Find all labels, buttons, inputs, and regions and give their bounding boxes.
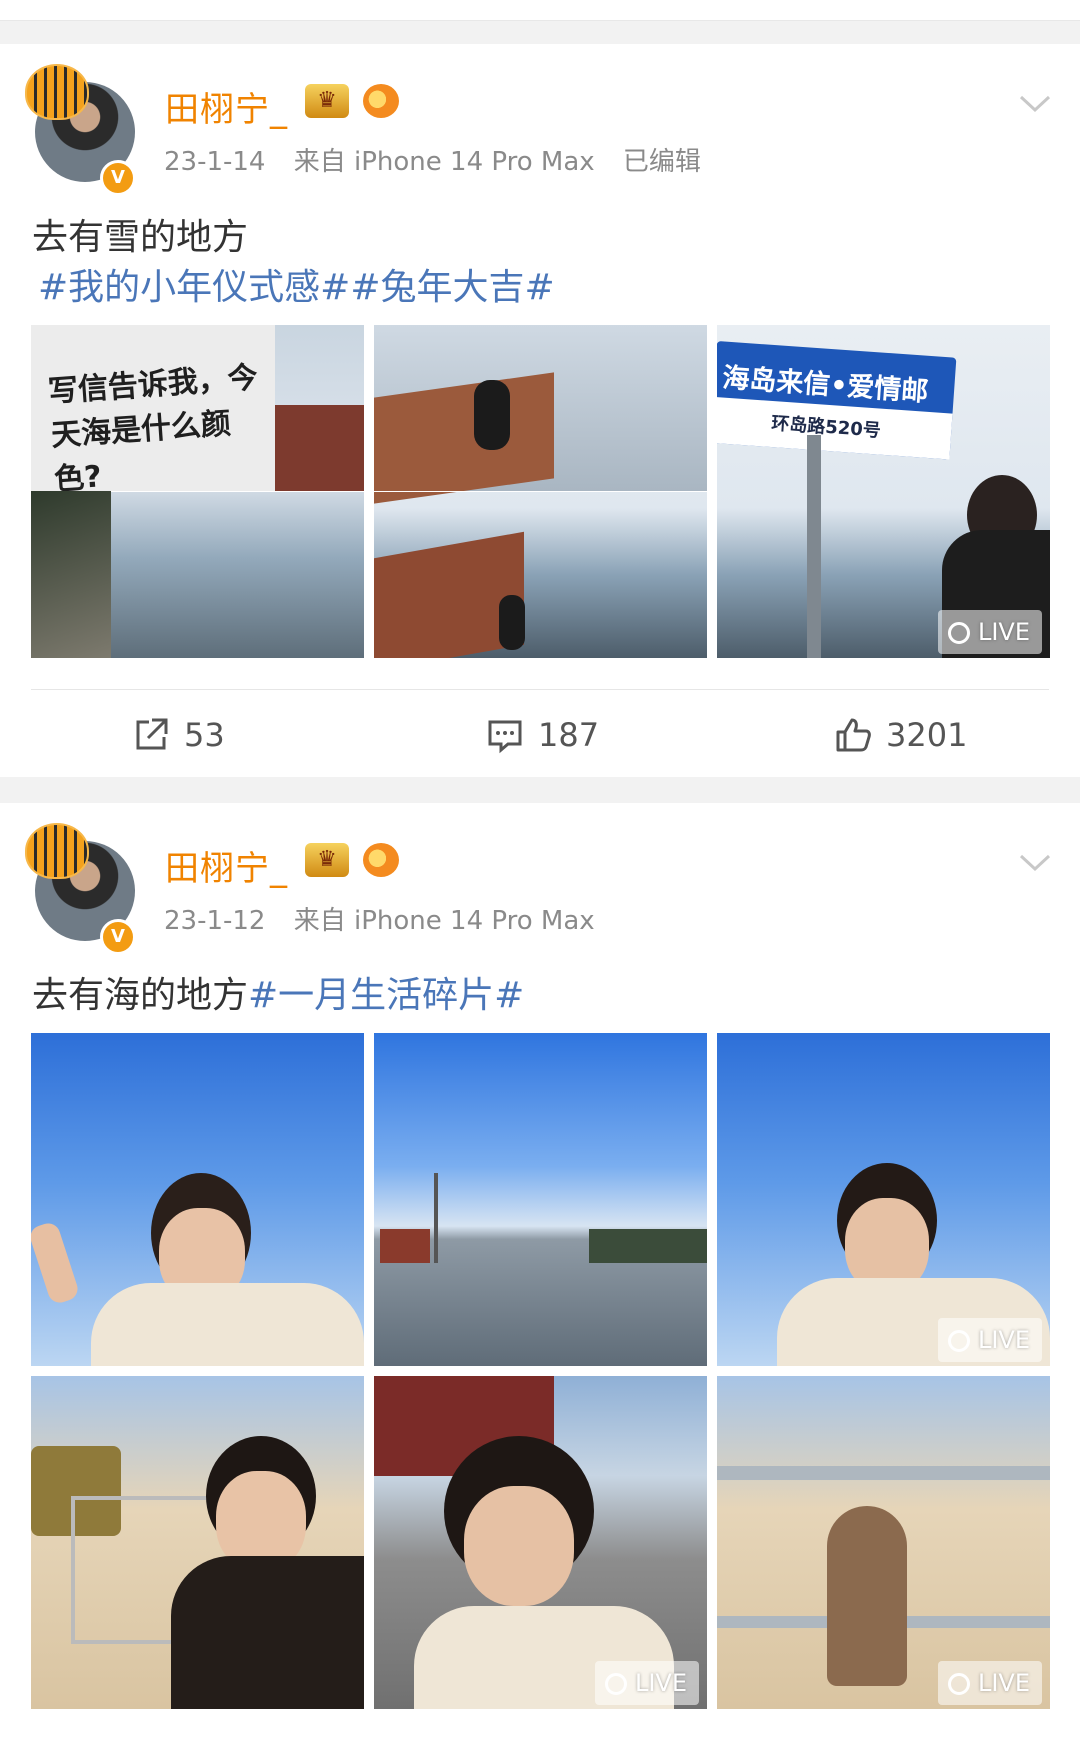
image-divider <box>374 491 707 492</box>
post-image[interactable]: LIVE <box>374 1376 707 1709</box>
verified-badge: V <box>100 919 136 955</box>
live-icon <box>947 1330 970 1352</box>
previous-card-edge <box>0 0 1080 21</box>
live-badge[interactable]: LIVE <box>937 610 1042 654</box>
peace-hand <box>31 1220 81 1306</box>
post-image[interactable] <box>374 1033 707 1366</box>
pier-railing <box>275 405 364 491</box>
post-image[interactable] <box>31 1033 364 1366</box>
live-badge[interactable]: LIVE <box>594 1661 699 1705</box>
avatar[interactable]: V <box>25 64 136 196</box>
topic-links[interactable]: #我的小年仪式感##兔年大吉# <box>38 258 555 310</box>
post-meta: 23-1-12 来自 iPhone 14 Pro Max <box>164 900 615 937</box>
person-jacket <box>171 1556 364 1709</box>
post-text-plain: 去有海的地方 <box>32 975 249 1016</box>
lamp-post <box>434 1173 438 1263</box>
chevron-down-icon[interactable] <box>1018 86 1052 120</box>
live-label: LIVE <box>977 618 1030 646</box>
post-date: 23-1-12 <box>164 906 266 936</box>
post-image[interactable] <box>374 325 707 658</box>
post-image[interactable]: 海岛来信•爱情邮局 环岛路520号 LIVE <box>717 325 1050 658</box>
thumbs-up-icon <box>836 718 871 752</box>
live-label: LIVE <box>634 1669 687 1697</box>
chevron-down-icon[interactable] <box>1018 845 1052 879</box>
person-face <box>464 1486 574 1606</box>
person-figure <box>499 595 525 650</box>
tiger-avatar-frame-icon <box>25 64 89 120</box>
post-image[interactable] <box>31 1376 364 1709</box>
crown-badge-icon[interactable]: ♛ <box>305 84 349 118</box>
post-source: 来自 iPhone 14 Pro Max <box>293 147 595 177</box>
weibo-post-2: V 田栩宁_ ♛ 23-1-12 来自 iPhone 14 Pro Max 去有… <box>0 803 1080 1743</box>
share-button[interactable]: 53 <box>132 716 225 754</box>
live-badge[interactable]: LIVE <box>937 1661 1042 1705</box>
live-icon <box>604 1673 627 1695</box>
like-count: 3201 <box>886 716 968 754</box>
comment-count: 187 <box>538 716 600 754</box>
live-label: LIVE <box>977 1669 1030 1697</box>
person-figure <box>474 380 510 450</box>
tiger-avatar-frame-icon <box>25 823 89 879</box>
live-badge[interactable]: LIVE <box>937 1318 1042 1362</box>
post-text: 去有雪的地方 <box>32 217 249 258</box>
topic-link[interactable]: #一月生活碎片# <box>248 975 524 1016</box>
username[interactable]: 田栩宁_ <box>165 841 288 890</box>
username[interactable]: 田栩宁_ <box>165 82 288 131</box>
live-icon <box>947 1673 970 1695</box>
deer <box>827 1506 907 1686</box>
fish-badge-icon[interactable] <box>363 84 399 118</box>
crown-badge-icon[interactable]: ♛ <box>305 843 349 877</box>
like-button[interactable]: 3201 <box>834 716 967 754</box>
verified-badge: V <box>100 160 136 196</box>
fence-rail <box>717 1466 1050 1480</box>
sign-pole <box>807 435 821 658</box>
post-image[interactable]: LIVE <box>717 1376 1050 1709</box>
image-caption: 写信告诉我，今天海是什么颜色? <box>46 360 259 498</box>
rock-cliff <box>31 491 111 658</box>
post-source: 来自 iPhone 14 Pro Max <box>293 906 595 936</box>
comment-button[interactable]: 187 <box>486 716 599 754</box>
street-sign: 海岛来信•爱情邮局 环岛路520号 <box>717 341 957 460</box>
post-date: 23-1-14 <box>164 147 266 177</box>
avatar[interactable]: V <box>25 823 136 955</box>
live-label: LIVE <box>977 1326 1030 1354</box>
post-meta: 23-1-14 来自 iPhone 14 Pro Max 已编辑 <box>164 141 721 178</box>
share-icon <box>136 718 168 750</box>
action-divider <box>31 689 1049 690</box>
comment-icon <box>488 720 522 754</box>
trees <box>589 1229 707 1263</box>
action-bar: 53 187 3201 <box>0 716 1080 760</box>
red-house <box>380 1229 430 1263</box>
edited-label[interactable]: 已编辑 <box>623 147 701 177</box>
post-image[interactable]: 写信告诉我，今天海是什么颜色? <box>31 325 364 658</box>
weibo-post-1: V 田栩宁_ ♛ 23-1-14 来自 iPhone 14 Pro Max 已编… <box>0 44 1080 777</box>
post-text: 去有海的地方#一月生活碎片# <box>32 966 524 1018</box>
person-jacket <box>91 1283 364 1366</box>
live-icon <box>947 622 970 644</box>
fish-badge-icon[interactable] <box>363 843 399 877</box>
post-image[interactable]: LIVE <box>717 1033 1050 1366</box>
share-count: 53 <box>184 716 225 754</box>
